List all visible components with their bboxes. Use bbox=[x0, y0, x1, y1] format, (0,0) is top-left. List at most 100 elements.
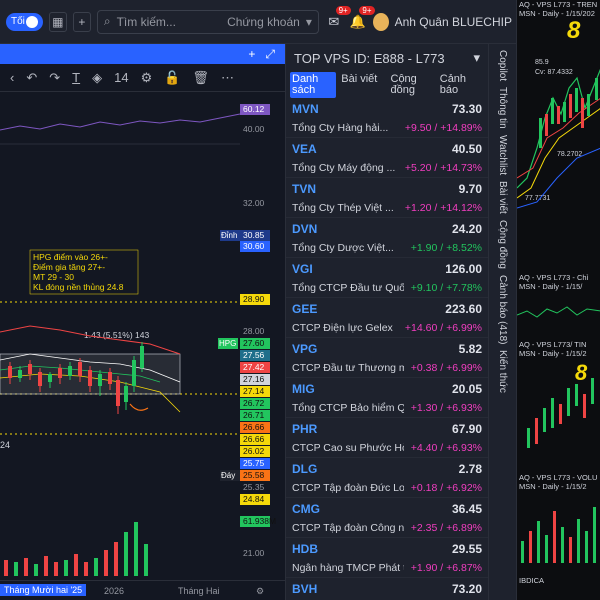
list-item[interactable]: CMG 36.45 CTCP Tập đoàn Công n... +2.35 / +… bbox=[286, 498, 488, 538]
expand-icon[interactable]: ⤢ bbox=[265, 47, 275, 62]
redo-icon[interactable]: ↷ bbox=[49, 70, 60, 86]
toggle-knob bbox=[25, 15, 38, 28]
watchlist-header[interactable]: TOP VPS ID: E888 - L773 ▾ bbox=[286, 44, 488, 72]
symbol: DVN bbox=[292, 222, 318, 236]
list-item[interactable]: TVN 9.70 Tổng Cty Thép Việt ... +1.20 / +14… bbox=[286, 178, 488, 218]
change: +9.10 / +7.78% bbox=[410, 282, 482, 294]
side-tabs: Copilot Thông tin Watchlist Bài viết Cộng đồ… bbox=[488, 44, 516, 600]
row-line-2: CTCP Tập đoàn Đức Lo... +0.18 / +6.92% bbox=[292, 482, 482, 494]
row-line-1: MVN 73.30 bbox=[292, 102, 482, 116]
change: +0.18 / +6.92% bbox=[410, 482, 482, 494]
search-input[interactable]: Tìm kiếm... bbox=[117, 15, 221, 29]
change: +0.38 / +6.99% bbox=[410, 362, 482, 374]
price-label: 60.12 bbox=[240, 104, 270, 115]
user-name[interactable]: Anh Quân BLUECHIP bbox=[395, 15, 512, 29]
side-tab[interactable]: Kiến thức bbox=[497, 350, 508, 393]
price-value: 27.60 bbox=[243, 338, 265, 348]
theme-toggle[interactable]: Tối bbox=[6, 12, 43, 31]
price-label: 61.938M bbox=[240, 516, 276, 527]
undo-icon[interactable]: ↶ bbox=[26, 70, 37, 86]
search-type-select[interactable]: Chứng khoán bbox=[227, 15, 300, 29]
mini-chart-trend[interactable]: 8 85.9 Cv: 87.4332 78.2702 77.7731 bbox=[517, 17, 600, 268]
tab-posts[interactable]: Bài viết bbox=[339, 72, 385, 98]
side-tab[interactable]: Watchlist bbox=[497, 135, 508, 175]
symbol: VEA bbox=[292, 142, 317, 156]
symbol: VGI bbox=[292, 262, 313, 276]
row-line-2: Tổng Cty Thép Việt ... +1.20 / +14.12% bbox=[292, 202, 482, 214]
tag-hpg: HPG bbox=[219, 339, 236, 348]
row-line-2: Tổng Cty Máy động ... +5.20 / +14.73% bbox=[292, 162, 482, 174]
side-tab[interactable]: Cộng đồng bbox=[497, 220, 508, 269]
tab-alerts[interactable]: Cảnh báo bbox=[438, 72, 484, 98]
chevron-left-icon[interactable]: ‹ bbox=[10, 70, 14, 85]
fill-icon[interactable]: ◈ bbox=[92, 70, 102, 86]
search-box[interactable]: ⌕ Tìm kiếm... Chứng khoán ▾ bbox=[96, 9, 319, 34]
gear-icon[interactable]: ⚙ bbox=[141, 70, 153, 86]
price-chart[interactable]: HPG điểm vào 26+- Điểm gia tăng 27+- MT … bbox=[0, 92, 286, 580]
list-item[interactable]: GEE 223.60 CTCP Điện lực Gelex +14.60 / +6.… bbox=[286, 298, 488, 338]
change: +1.90 / +6.87% bbox=[410, 562, 482, 574]
plus-icon[interactable]: + bbox=[72, 11, 91, 32]
row-line-2: Tổng Cty Dược Việt... +1.90 / +8.52% bbox=[292, 242, 482, 254]
tab-community[interactable]: Cộng đồng bbox=[389, 72, 435, 98]
list-item[interactable]: VEA 40.50 Tổng Cty Máy động ... +5.20 / +14… bbox=[286, 138, 488, 178]
list-item[interactable]: MIG 20.05 Tổng CTCP Bảo hiểm Q... +1.30 / +… bbox=[286, 378, 488, 418]
list-item[interactable]: BVH73.20Tập đoàn Bảo Việt+4.70 / +6.86% bbox=[286, 578, 488, 600]
company-name: Tổng Cty Hàng hải... bbox=[292, 122, 389, 134]
side-tab[interactable]: Copilot bbox=[497, 50, 508, 81]
text-tool-icon[interactable]: T bbox=[72, 70, 80, 85]
tab-list[interactable]: Danh sách bbox=[290, 72, 337, 98]
price-value: 24.84 bbox=[243, 494, 265, 504]
price-label: 27.60 bbox=[240, 338, 270, 349]
list-item[interactable]: DVN 24.20 Tổng Cty Dược Việt... +1.90 / +8.… bbox=[286, 218, 488, 258]
price-value: 26.66 bbox=[243, 422, 265, 432]
arc-marker bbox=[129, 403, 149, 411]
company-name: Tổng CTCP Đầu tư Quố... bbox=[292, 282, 404, 294]
settings-icon[interactable]: ⚙ bbox=[256, 586, 264, 597]
list-item[interactable]: PHR 67.90 CTCP Cao su Phước Hòa +4.40 / +6.… bbox=[286, 418, 488, 458]
chevron-down-icon[interactable]: ▾ bbox=[473, 50, 480, 66]
company-name: CTCP Cao su Phước Hòa bbox=[292, 442, 404, 454]
price: 126.00 bbox=[445, 262, 482, 276]
add-chart-icon[interactable]: + bbox=[248, 47, 255, 61]
bell-icon[interactable]: 🔔 9+ bbox=[349, 5, 375, 32]
mini-chart-indicator[interactable] bbox=[517, 291, 600, 335]
range-label: 1.43 (5.51%) 143 bbox=[84, 330, 149, 340]
side-tab[interactable]: Bài viết bbox=[497, 181, 508, 214]
lock-icon[interactable]: 🔓 bbox=[164, 70, 180, 86]
row-line-2: Ngân hàng TMCP Phát t... +1.90 / +6.87% bbox=[292, 562, 482, 574]
font-size-value[interactable]: 14 bbox=[114, 70, 128, 85]
price-value: 26.71 bbox=[243, 410, 265, 420]
chart-toolbar: ‹ ↶ ↷ T ◈ 14 ⚙ 🔓 🗑 ⋯ bbox=[0, 64, 285, 92]
side-tab[interactable]: Thông tin bbox=[497, 87, 508, 129]
price-value: 27.56 bbox=[243, 350, 265, 360]
list-item[interactable]: DLG 2.78 CTCP Tập đoàn Đức Lo... +0.18 / +6… bbox=[286, 458, 488, 498]
list-item[interactable]: HDB 29.55 Ngân hàng TMCP Phát t... +1.90 / … bbox=[286, 538, 488, 578]
right-charts: AQ - VPS L773 - TREN MSN - Daily - 1/15/… bbox=[516, 0, 600, 600]
price-label: 26.66 bbox=[240, 434, 270, 445]
change: +1.20 / +14.12% bbox=[404, 202, 482, 214]
row-line-1: TVN 9.70 bbox=[292, 182, 482, 196]
list-item[interactable]: VGI 126.00 Tổng CTCP Đầu tư Quố... +9.10 / … bbox=[286, 258, 488, 298]
tag-dinh: Đỉnh bbox=[221, 231, 237, 240]
price-label: 26.02 bbox=[240, 446, 270, 457]
price-value: 32.00 bbox=[243, 198, 265, 208]
price-label: 40.00 bbox=[243, 124, 265, 134]
side-tab[interactable]: Cảnh báo (418) bbox=[497, 275, 508, 345]
price-label: 27.16 bbox=[240, 374, 270, 385]
avatar[interactable] bbox=[372, 12, 389, 31]
chart-title: AQ - VPS L773/ TIN bbox=[519, 340, 587, 349]
change: +2.35 / +6.89% bbox=[410, 522, 482, 534]
price: 73.30 bbox=[451, 102, 482, 116]
more-icon[interactable]: ⋯ bbox=[221, 70, 234, 86]
list-item[interactable]: MVN 73.30 Tổng Cty Hàng hải... +9.50 / +14.… bbox=[286, 98, 488, 138]
mini-chart-volume[interactable] bbox=[517, 491, 600, 571]
grid-icon[interactable]: ▦ bbox=[48, 11, 67, 32]
mini-chart-signal[interactable]: 8 bbox=[517, 358, 600, 468]
price-label: 27.42 bbox=[240, 362, 270, 373]
chat-icon[interactable]: ✉ 9+ bbox=[325, 5, 351, 32]
price-value: 27.42 bbox=[243, 362, 265, 372]
row-line-1: DLG 2.78 bbox=[292, 462, 482, 476]
trash-icon[interactable]: 🗑 bbox=[192, 70, 209, 86]
list-item[interactable]: VPG 5.82 CTCP Đầu tư Thương m... +0.38 / +6… bbox=[286, 338, 488, 378]
